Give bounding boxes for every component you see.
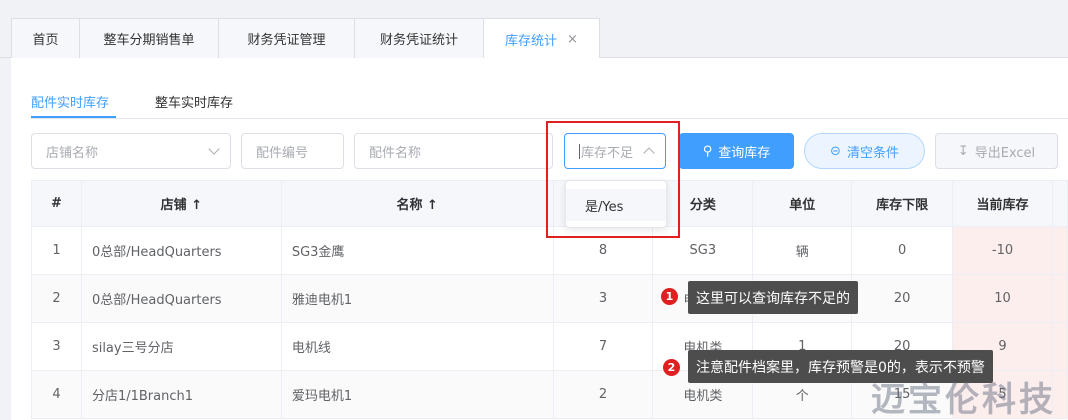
cell-shop: silay三号分店 <box>80 322 282 371</box>
part-name-placeholder: 配件名称 <box>369 145 422 161</box>
part-number-placeholder: 配件编号 <box>256 145 309 161</box>
tab-inventory-stats[interactable]: 库存统计 × <box>483 18 600 59</box>
query-stock-button[interactable]: ⚲ 查询库存 <box>679 133 794 169</box>
tab-label: 财务凭证管理 <box>247 33 326 48</box>
cell-index: 1 <box>31 226 82 275</box>
subtab-vehicle-inventory[interactable]: 整车实时库存 <box>155 92 233 111</box>
export-excel-label: 导出Excel <box>974 145 1036 161</box>
tab-home[interactable]: 首页 <box>11 18 80 58</box>
cell-index: 4 <box>31 370 82 419</box>
clear-icon: ⊝ <box>830 143 841 159</box>
cell-index: 3 <box>31 322 82 371</box>
clear-conditions-label: 清空条件 <box>846 145 899 161</box>
table-row[interactable]: 2 0总部/HeadQuarters 雅迪电机1 3 电机类 个 20 10 <box>31 274 1068 323</box>
download-icon: ↧ <box>957 143 969 159</box>
cell-quantity: 7 <box>552 322 654 371</box>
shop-select-placeholder: 店铺名称 <box>46 145 99 161</box>
tab-finance-voucher-management[interactable]: 财务凭证管理 <box>218 18 355 58</box>
tab-label: 库存统计 <box>505 33 558 49</box>
cell-min-stock: 20 <box>851 274 954 323</box>
search-icon: ⚲ <box>702 143 713 159</box>
cell-current-stock: -10 <box>952 226 1053 275</box>
cell-extra <box>1051 226 1068 275</box>
col-header-unit: 单位 <box>752 180 853 227</box>
col-header-name[interactable]: 名称 ↑ <box>280 180 554 227</box>
cell-index: 2 <box>31 274 82 323</box>
highlight-box <box>546 121 680 238</box>
cell-unit: 辆 <box>752 226 853 275</box>
tab-label: 财务凭证统计 <box>379 33 458 48</box>
cell-quantity: 2 <box>552 370 654 419</box>
col-header-shop[interactable]: 店铺 ↑ <box>80 180 282 227</box>
cell-name: 电机线 <box>280 322 554 371</box>
brand-watermark: 迈宝伦科技 <box>871 380 1056 420</box>
query-stock-label: 查询库存 <box>718 145 771 161</box>
col-header-index: # <box>31 180 82 227</box>
cell-extra <box>1051 322 1068 371</box>
cell-shop: 0总部/HeadQuarters <box>80 226 282 275</box>
chevron-down-icon <box>208 143 220 155</box>
tab-bar: 首页 整车分期销售单 财务凭证管理 财务凭证统计 库存统计 × <box>0 0 1068 59</box>
cell-name: SG3金鹰 <box>280 226 554 275</box>
part-number-input[interactable]: 配件编号 <box>241 133 344 169</box>
cell-name: 爱玛电机1 <box>280 370 554 419</box>
export-excel-button[interactable]: ↧ 导出Excel <box>935 133 1058 169</box>
cell-extra <box>1051 274 1068 323</box>
subtab-parts-inventory[interactable]: 配件实时库存 <box>31 92 109 111</box>
cell-quantity: 3 <box>552 274 654 323</box>
tab-label: 整车分期销售单 <box>103 33 195 48</box>
close-icon[interactable]: × <box>567 32 578 47</box>
shop-select[interactable]: 店铺名称 <box>31 133 231 169</box>
tab-finance-voucher-stats[interactable]: 财务凭证统计 <box>354 18 484 58</box>
annotation-note-1: 这里可以查询库存不足的 <box>688 281 858 314</box>
cell-current-stock: 10 <box>952 274 1053 323</box>
tab-label: 首页 <box>32 33 59 48</box>
cell-name: 雅迪电机1 <box>280 274 554 323</box>
annotation-note-2: 注意配件档案里，库存预警是0的，表示不预警 <box>688 350 993 383</box>
cell-shop: 分店1/1Branch1 <box>80 370 282 419</box>
part-name-input[interactable]: 配件名称 <box>354 133 553 169</box>
col-header-min-stock: 库存下限 <box>851 180 954 227</box>
cell-shop: 0总部/HeadQuarters <box>80 274 282 323</box>
clear-conditions-button[interactable]: ⊝ 清空条件 <box>804 133 925 169</box>
annotation-marker-2: 2 <box>663 359 680 376</box>
cell-min-stock: 0 <box>851 226 954 275</box>
active-subtab-indicator <box>31 116 116 118</box>
col-header-extra <box>1051 180 1068 227</box>
annotation-marker-1: 1 <box>661 288 678 305</box>
subtab-divider <box>31 118 1068 119</box>
tab-vehicle-installment-sales[interactable]: 整车分期销售单 <box>79 18 219 58</box>
col-header-current-stock: 当前库存 <box>952 180 1053 227</box>
